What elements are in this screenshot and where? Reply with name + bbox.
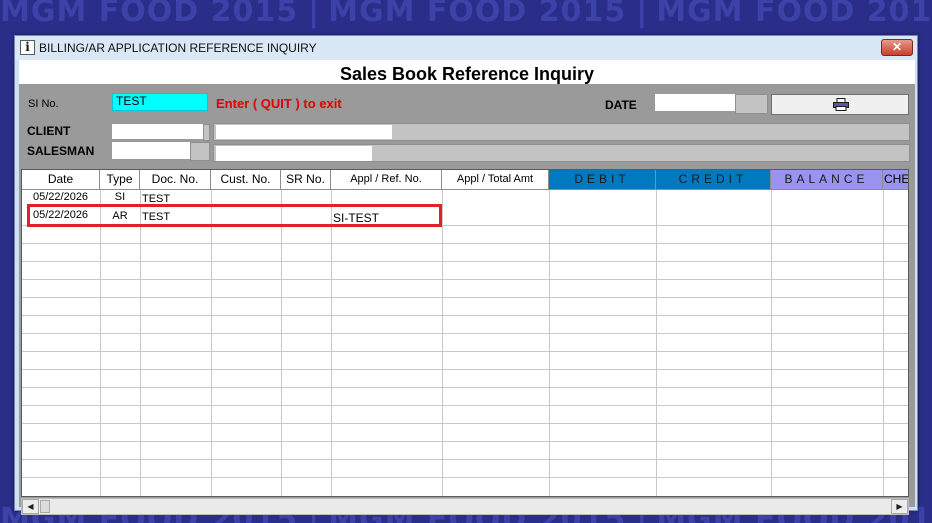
si-no-label: SI No. [28, 98, 59, 110]
grid-row-line [22, 405, 908, 406]
date-field-bar [735, 94, 768, 114]
grid-col-line [140, 190, 141, 496]
salesman-name-field[interactable] [216, 146, 372, 161]
grid-row-line [22, 297, 908, 298]
grid-row-line [22, 441, 908, 442]
col-header-date[interactable]: Date [22, 170, 100, 190]
grid-row-line [22, 387, 908, 388]
wallpaper-text: MGM FOOD 2015 [0, 0, 320, 29]
col-header-credit[interactable]: CREDIT [656, 170, 771, 190]
grid-row-line [22, 351, 908, 352]
col-header-appl-ref[interactable]: Appl / Ref. No. [331, 170, 442, 190]
grid-row-line [22, 477, 908, 478]
print-button[interactable] [771, 94, 909, 115]
scroll-thumb[interactable] [40, 500, 50, 513]
reference-grid[interactable]: Date Type Doc. No. Cust. No. SR No. Appl… [21, 169, 909, 497]
col-header-cust-no[interactable]: Cust. No. [211, 170, 281, 190]
salesman-code-field[interactable] [112, 142, 190, 159]
col-header-sr-no[interactable]: SR No. [281, 170, 331, 190]
app-info-icon: i [20, 40, 35, 55]
window-client-area: Sales Book Reference Inquiry SI No. TEST… [19, 60, 915, 515]
grid-col-line [331, 190, 332, 496]
salesman-code-bar [190, 142, 210, 161]
scroll-right-button[interactable]: ▶ [891, 499, 908, 514]
col-header-appl-total[interactable]: Appl / Total Amt [442, 170, 549, 190]
page-title: Sales Book Reference Inquiry [339, 64, 595, 84]
grid-row-line [22, 459, 908, 460]
client-label: CLIENT [27, 124, 71, 138]
window-title: BILLING/AR APPLICATION REFERENCE INQUIRY [39, 41, 317, 55]
grid-col-line [883, 190, 884, 496]
col-header-doc-no[interactable]: Doc. No. [140, 170, 211, 190]
grid-row-line [22, 315, 908, 316]
grid-col-line [100, 190, 101, 496]
grid-col-line [281, 190, 282, 496]
grid-row-line [22, 333, 908, 334]
heading-band: Sales Book Reference Inquiry [19, 60, 915, 84]
grid-col-line [656, 190, 657, 496]
col-header-balance[interactable]: BALANCE [771, 170, 883, 190]
scroll-left-button[interactable]: ◀ [22, 499, 39, 514]
grid-row-line [22, 369, 908, 370]
cell-type: SI [114, 191, 126, 203]
si-no-input[interactable]: TEST [112, 93, 208, 111]
cell-date: 05/22/2026 [33, 191, 89, 203]
col-header-debit[interactable]: DEBIT [549, 170, 656, 190]
grid-col-line [442, 190, 443, 496]
grid-col-line [549, 190, 550, 496]
grid-row-line [22, 279, 908, 280]
selection-highlight-box [27, 204, 442, 227]
wallpaper-text: MGM FOOD 2015 [656, 0, 932, 29]
close-button[interactable]: ✕ [881, 39, 913, 56]
grid-row-line [22, 423, 908, 424]
title-bar[interactable]: i BILLING/AR APPLICATION REFERENCE INQUI… [15, 36, 917, 60]
horizontal-scrollbar[interactable]: ◀ ▶ [21, 498, 909, 515]
client-code-field[interactable] [112, 124, 203, 139]
grid-row-line [22, 261, 908, 262]
grid-col-line [211, 190, 212, 496]
wallpaper-row-top: MGM FOOD 2015MGM FOOD 2015MGM FOOD 2015M… [0, 0, 932, 29]
salesman-label: SALESMAN [27, 144, 95, 158]
date-field[interactable] [655, 94, 735, 111]
client-name-field[interactable] [216, 125, 392, 139]
grid-col-line [771, 190, 772, 496]
client-code-bar [203, 124, 210, 141]
wallpaper-text: MGM FOOD 2015 [328, 0, 648, 29]
grid-row-line [22, 243, 908, 244]
date-label: DATE [605, 98, 637, 112]
quit-hint: Enter ( QUIT ) to exit [216, 96, 342, 111]
col-header-che[interactable]: CHE [883, 170, 908, 190]
col-header-type[interactable]: Type [100, 170, 140, 190]
inquiry-window: i BILLING/AR APPLICATION REFERENCE INQUI… [14, 35, 918, 515]
printer-icon [833, 98, 849, 111]
